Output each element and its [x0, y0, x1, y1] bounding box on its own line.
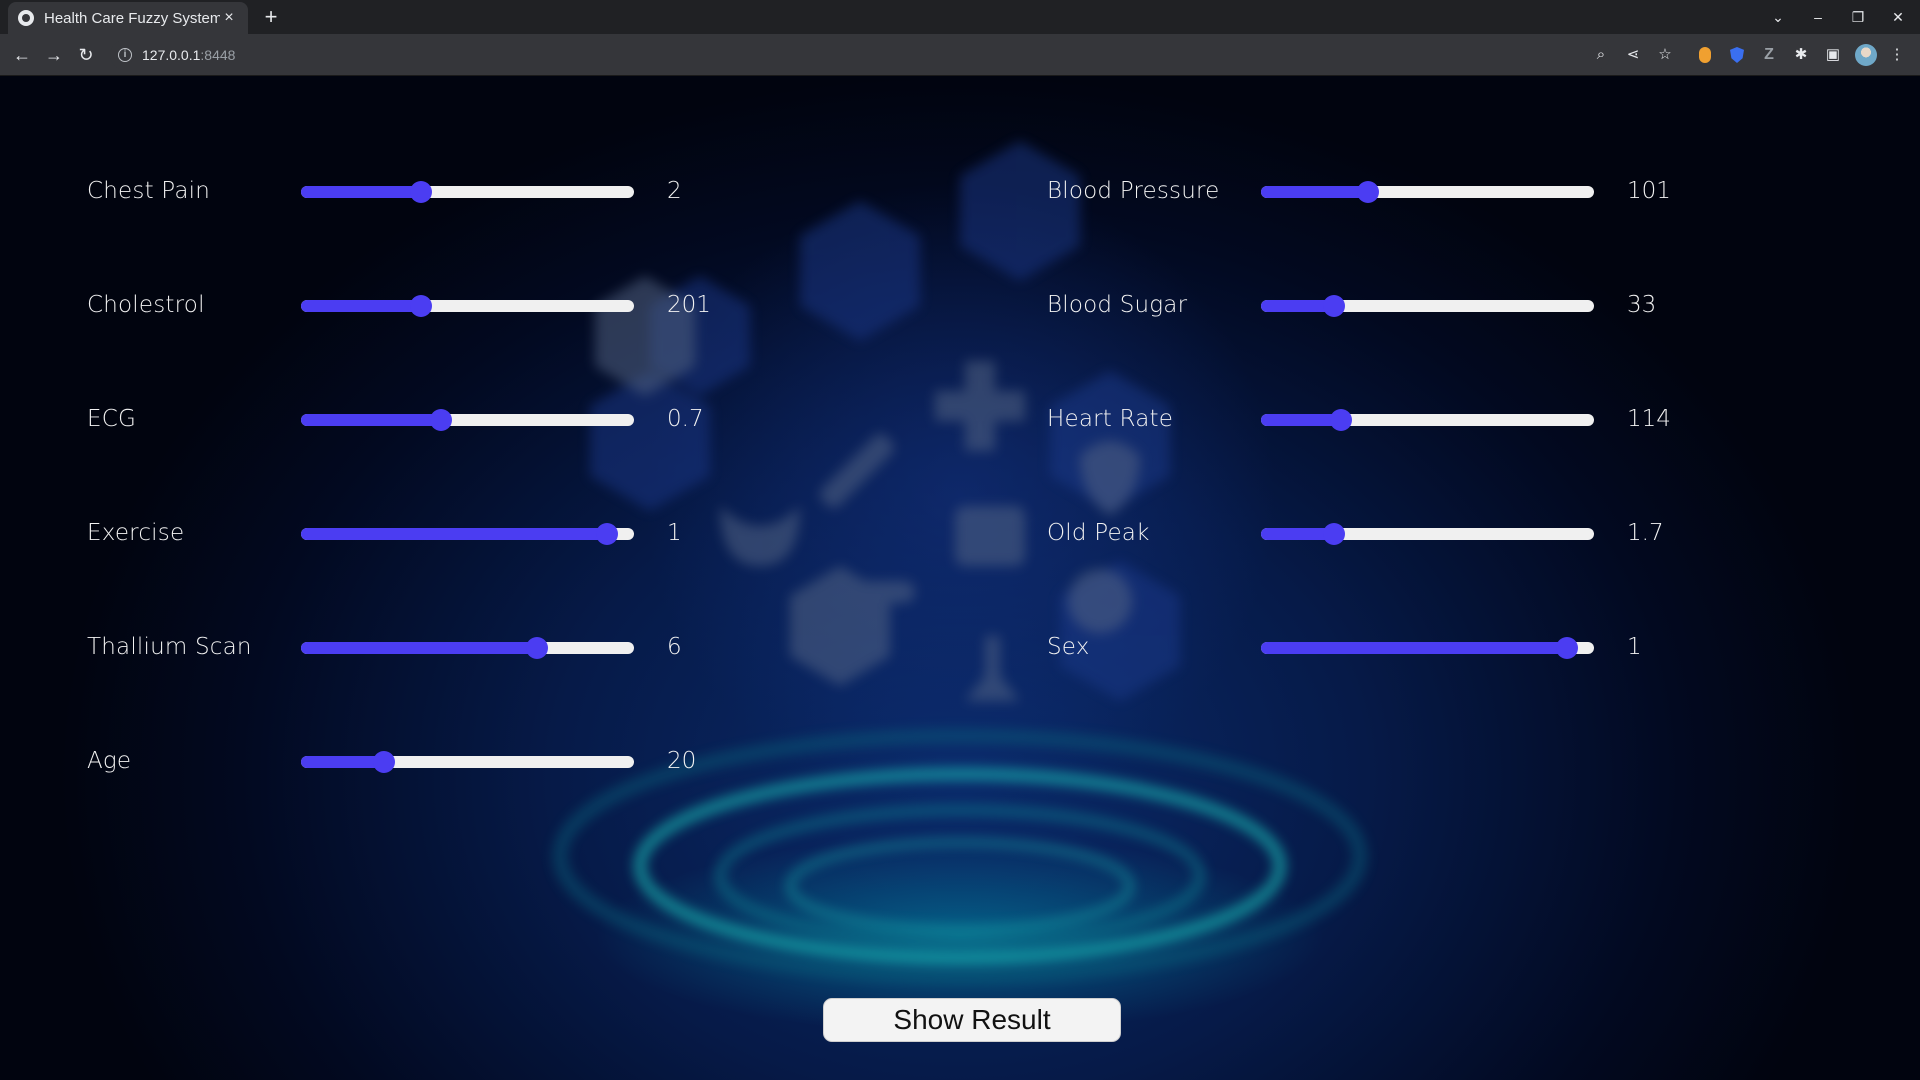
thallium-scan-slider[interactable] [301, 637, 634, 659]
share-icon[interactable]: ⋖ [1623, 45, 1643, 65]
side-panel-icon[interactable]: ▣ [1823, 45, 1843, 65]
slider-thumb[interactable] [1556, 637, 1579, 659]
browser-tab[interactable]: Health Care Fuzzy System × [8, 2, 248, 34]
slider-label: ECG [87, 406, 137, 432]
blood-sugar-slider[interactable] [1261, 295, 1594, 317]
info-icon[interactable]: i [118, 48, 132, 62]
slider-value: 2 [667, 178, 682, 204]
slider-row-sex: Sex 1 [1047, 628, 1727, 668]
slider-row-blood-pressure: Blood Pressure 101 [1047, 172, 1727, 212]
slider-row-thallium-scan: Thallium Scan 6 [87, 628, 767, 668]
tab-list-icon[interactable]: ⌄ [1758, 0, 1798, 34]
back-button[interactable]: ← [10, 43, 34, 67]
show-result-button[interactable]: Show Result [823, 998, 1121, 1042]
slider-row-exercise: Exercise 1 [87, 514, 767, 554]
slider-row-cholestrol: Cholestrol 201 [87, 286, 767, 326]
slider-fill [301, 300, 421, 312]
slider-value: 1.7 [1627, 520, 1664, 546]
slider-row-age: Age 20 [87, 742, 767, 782]
page-content: Chest Pain 2 Cholestrol 201 ECG 0.7 Exercise 1 T… [0, 76, 1920, 1080]
slider-value: 33 [1627, 292, 1657, 318]
slider-thumb[interactable] [1329, 409, 1352, 431]
slider-value: 6 [667, 634, 682, 660]
slider-fill [301, 186, 421, 198]
bookmark-star-icon[interactable]: ☆ [1655, 45, 1675, 65]
ecg-slider[interactable] [301, 409, 634, 431]
slider-label: Exercise [87, 520, 185, 546]
new-tab-button[interactable]: + [258, 4, 284, 30]
heart-rate-slider[interactable] [1261, 409, 1594, 431]
slider-fill [1261, 186, 1368, 198]
old-peak-slider[interactable] [1261, 523, 1594, 545]
slider-row-blood-sugar: Blood Sugar 33 [1047, 286, 1727, 326]
slider-label: Age [87, 748, 132, 774]
tab-title: Health Care Fuzzy System [44, 9, 220, 27]
slider-thumb[interactable] [1323, 295, 1346, 317]
globe-icon [18, 10, 34, 26]
slider-row-old-peak: Old Peak 1.7 [1047, 514, 1727, 554]
extension-orange-icon[interactable] [1695, 45, 1715, 65]
slider-label: Cholestrol [87, 292, 205, 318]
blood-pressure-slider[interactable] [1261, 181, 1594, 203]
tab-close-icon[interactable]: × [220, 9, 238, 27]
address-bar[interactable]: i 127.0.0.1:8448 [110, 40, 1610, 70]
slider-thumb[interactable] [526, 637, 549, 659]
browser-toolbar: ← → ↻ i 127.0.0.1:8448 ⌕ ⋖ ☆ Z ✱ ▣ ⋮ [0, 34, 1920, 76]
slider-fill [1261, 414, 1341, 426]
extensions-puzzle-icon[interactable]: ✱ [1791, 45, 1811, 65]
slider-fill [301, 642, 538, 654]
slider-label: Heart Rate [1047, 406, 1174, 432]
slider-thumb[interactable] [409, 181, 432, 203]
medical-background-image [553, 141, 1367, 983]
extension-shield-icon[interactable] [1727, 45, 1747, 65]
url-host: 127.0.0.1 [142, 47, 201, 63]
slider-thumb[interactable] [429, 409, 452, 431]
slider-value: 20 [667, 748, 697, 774]
slider-value: 1 [1627, 634, 1642, 660]
url-port: :8448 [200, 47, 236, 63]
forward-button[interactable]: → [42, 43, 66, 67]
slider-fill [301, 528, 608, 540]
slider-label: Old Peak [1047, 520, 1150, 546]
slider-label: Sex [1047, 634, 1090, 660]
slider-thumb[interactable] [373, 751, 396, 773]
zoom-icon[interactable]: ⌕ [1591, 45, 1611, 65]
sex-slider[interactable] [1261, 637, 1594, 659]
close-window-button[interactable]: ✕ [1878, 0, 1918, 34]
slider-value: 114 [1627, 406, 1671, 432]
browser-tabbar: Health Care Fuzzy System × + ⌄ – ❐ ✕ [0, 0, 1920, 34]
slider-fill [1261, 642, 1568, 654]
cholestrol-slider[interactable] [301, 295, 634, 317]
browser-menu-icon[interactable]: ⋮ [1887, 45, 1907, 65]
slider-fill [301, 414, 441, 426]
extension-z-icon[interactable]: Z [1759, 45, 1779, 65]
slider-label: Blood Sugar [1047, 292, 1188, 318]
slider-value: 1 [667, 520, 682, 546]
exercise-slider[interactable] [301, 523, 634, 545]
profile-avatar-icon[interactable] [1855, 44, 1877, 66]
slider-thumb[interactable] [596, 523, 619, 545]
slider-value: 201 [667, 292, 711, 318]
slider-thumb[interactable] [409, 295, 432, 317]
chest-pain-slider[interactable] [301, 181, 634, 203]
slider-label: Blood Pressure [1047, 178, 1220, 204]
minimize-button[interactable]: – [1798, 0, 1838, 34]
slider-row-ecg: ECG 0.7 [87, 400, 767, 440]
slider-label: Chest Pain [87, 178, 210, 204]
age-slider[interactable] [301, 751, 634, 773]
slider-value: 101 [1627, 178, 1671, 204]
reload-button[interactable]: ↻ [74, 43, 98, 67]
slider-value: 0.7 [667, 406, 704, 432]
slider-row-heart-rate: Heart Rate 114 [1047, 400, 1727, 440]
slider-thumb[interactable] [1356, 181, 1379, 203]
slider-fill [301, 756, 385, 768]
slider-thumb[interactable] [1323, 523, 1346, 545]
restore-button[interactable]: ❐ [1838, 0, 1878, 34]
slider-row-chest-pain: Chest Pain 2 [87, 172, 767, 212]
slider-label: Thallium Scan [87, 634, 252, 660]
